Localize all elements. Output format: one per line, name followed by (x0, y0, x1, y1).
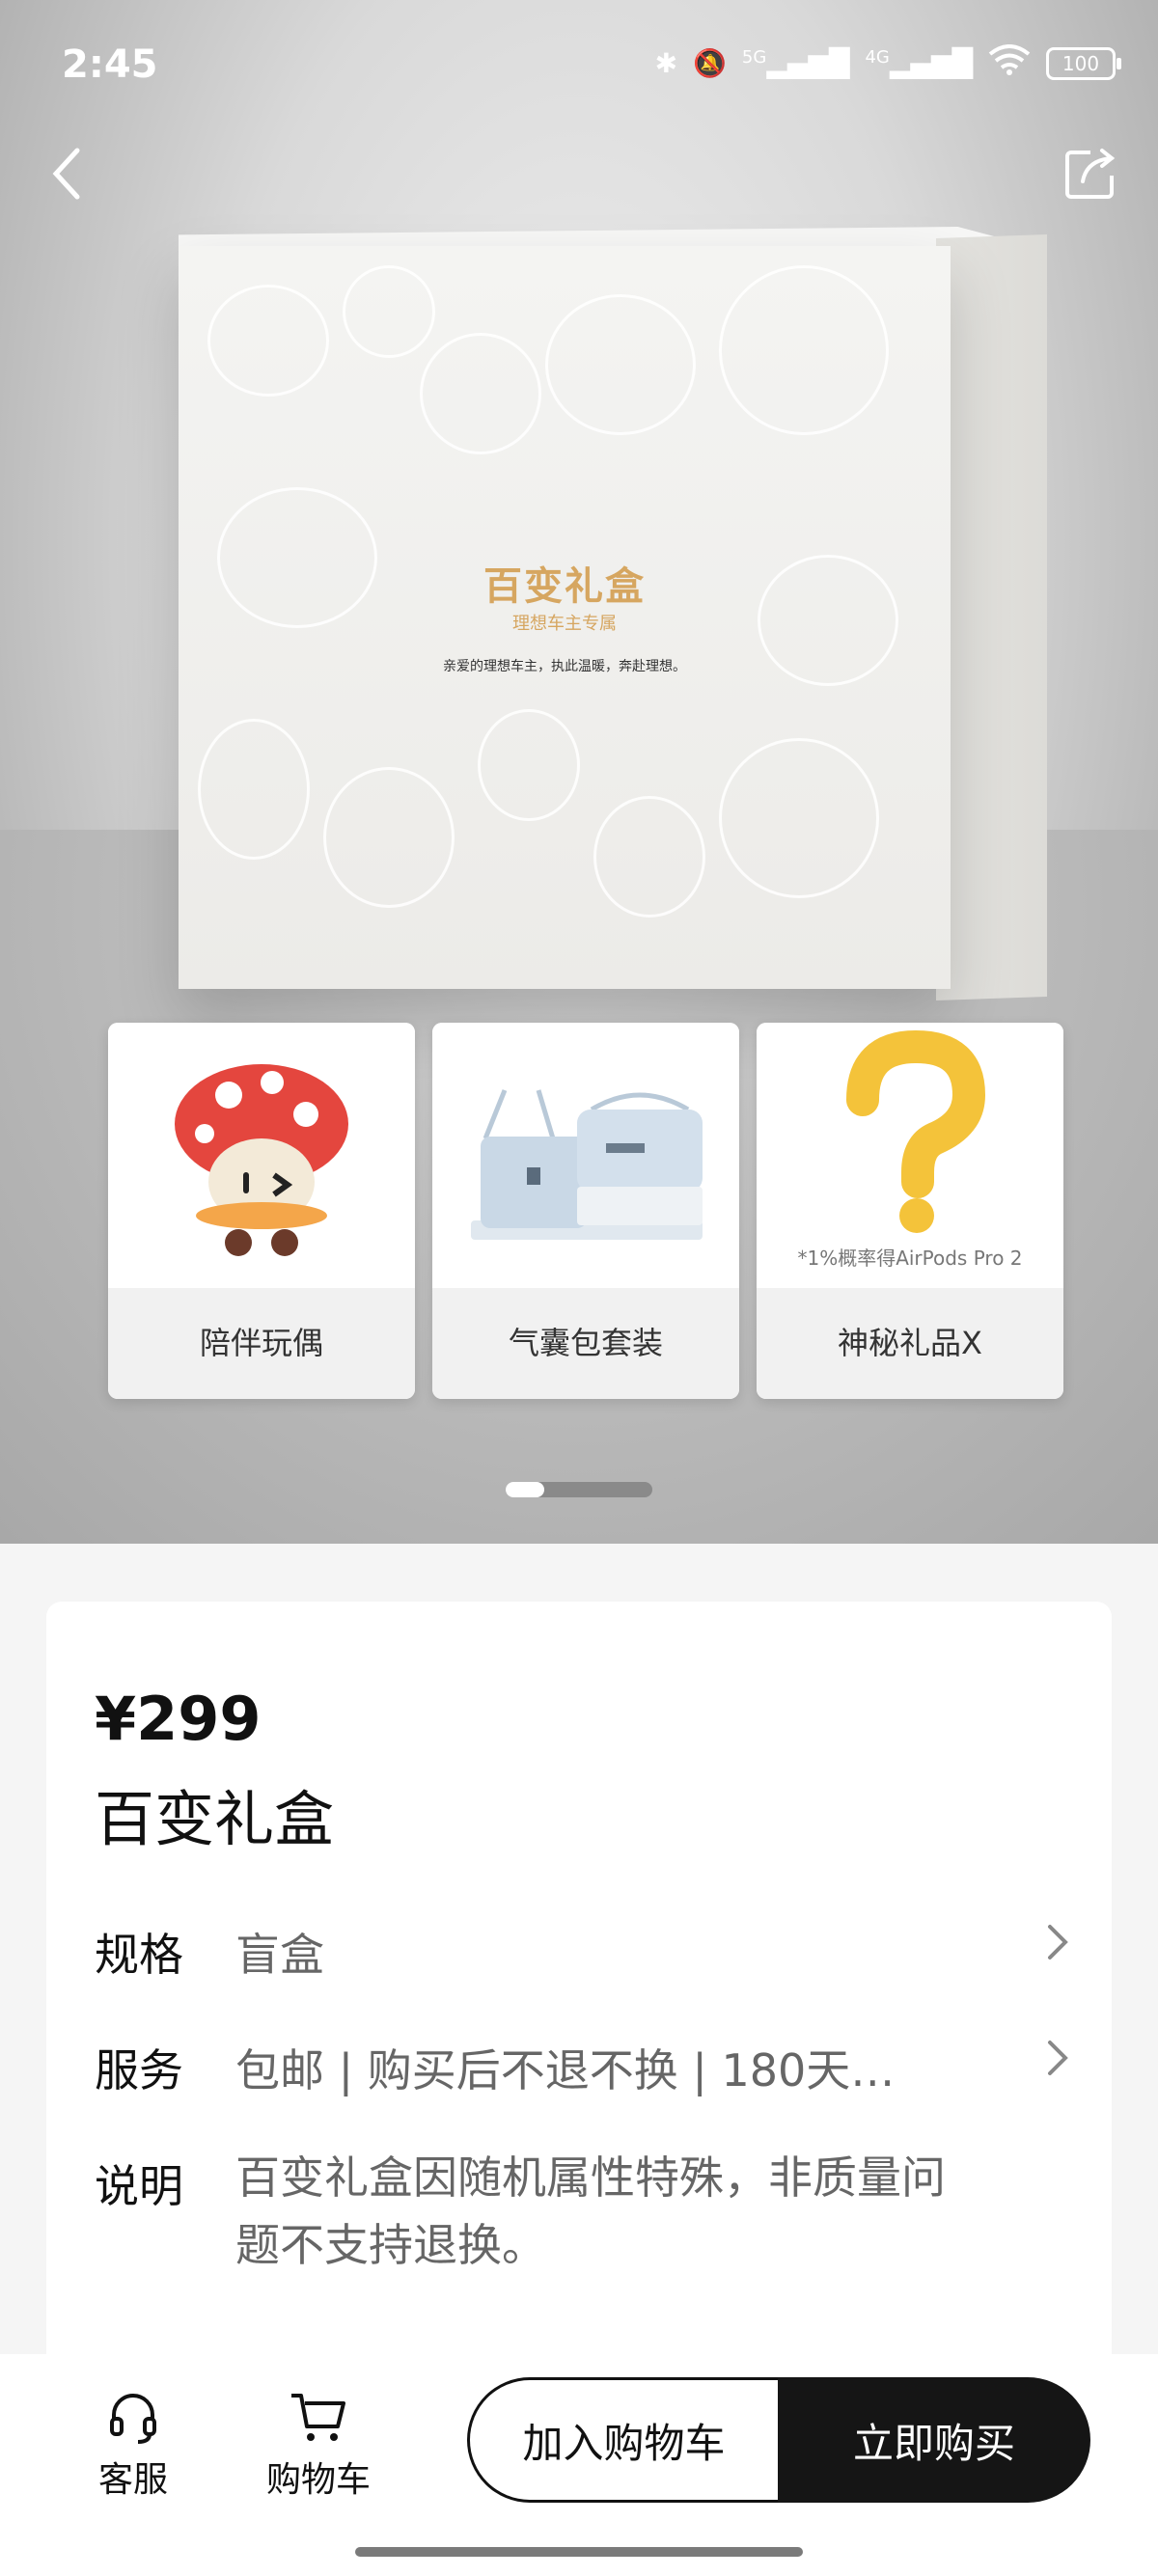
chevron-right-icon (1046, 1920, 1069, 1972)
bluetooth-icon: ✱ (654, 47, 678, 79)
doodle-icon (719, 738, 879, 898)
spec-value: 盲盒 (235, 1929, 324, 1981)
doodle-icon (478, 709, 580, 821)
gift-card-doll: 陪伴玩偶 (108, 1023, 415, 1399)
gift-box-side (936, 233, 1047, 1001)
product-gallery[interactable]: 百变礼盒 理想车主专属 亲爱的理想车主，执此温暖，奔赴理想。 陪伴玩偶 气囊包套… (0, 0, 1158, 1544)
description-label: 说明 (95, 2160, 183, 2212)
gift-box-image: 百变礼盒 理想车主专属 亲爱的理想车主，执此温暖，奔赴理想。 (179, 246, 951, 989)
status-icons: ✱ 🔕 5G▂▄▆█ 4G▂▄▆█ 100 (654, 44, 1121, 82)
doodle-icon (207, 285, 329, 397)
add-to-cart-button[interactable]: 加入购物车 (467, 2377, 778, 2503)
gift-card-mystery: *1%概率得AirPods Pro 2 神秘礼品X (757, 1023, 1063, 1399)
bag-set-image (432, 1023, 739, 1288)
service-label: 服务 (95, 2044, 183, 2096)
status-time: 2:45 (62, 42, 158, 87)
box-title: 百变礼盒 (483, 564, 646, 609)
status-bar: 2:45 ✱ 🔕 5G▂▄▆█ 4G▂▄▆█ 100 (0, 0, 1158, 140)
bottom-action-bar: 客服 购物车 加入购物车 立即购买 (0, 2354, 1158, 2576)
wifi-icon (988, 44, 1031, 82)
gallery-pager (506, 1482, 652, 1497)
doodle-icon (420, 333, 541, 454)
customer-service-button[interactable]: 客服 (66, 2388, 201, 2502)
doodle-icon (323, 767, 455, 908)
headset-icon (110, 2394, 156, 2444)
pager-active-dot (506, 1482, 544, 1497)
box-message: 亲爱的理想车主，执此温暖，奔赴理想。 (443, 659, 686, 674)
gift-card-note: *1%概率得AirPods Pro 2 (797, 1247, 1023, 1270)
signal-5g-icon: 5G▂▄▆█ (741, 47, 850, 79)
gift-card-bags: 气囊包套装 (432, 1023, 739, 1399)
chevron-right-icon (1046, 2036, 1069, 2088)
gift-contents: 陪伴玩偶 气囊包套装 *1%概率得AirPods Pro 2 神秘礼品X (108, 1023, 1065, 1399)
chevron-left-icon (52, 148, 80, 200)
product-price: ¥299 (95, 1684, 262, 1754)
share-icon (1065, 149, 1116, 199)
doodle-icon (343, 265, 435, 358)
gift-card-label: 陪伴玩偶 (108, 1288, 415, 1399)
signal-4g-icon: 4G▂▄▆█ (865, 47, 973, 79)
battery-icon: 100 (1046, 46, 1121, 80)
cart-label: 购物车 (265, 2460, 371, 2500)
cart-icon (291, 2394, 345, 2441)
doodle-icon (545, 294, 696, 435)
gift-card-label: 神秘礼品X (757, 1288, 1063, 1399)
description-value: 百变礼盒因随机属性特殊，非质量问题不支持退换。 (235, 2151, 946, 2271)
customer-service-label: 客服 (97, 2460, 168, 2500)
mushroom-doll-image (108, 1023, 415, 1288)
gift-card-label: 气囊包套装 (432, 1288, 739, 1399)
buy-now-button[interactable]: 立即购买 (778, 2377, 1090, 2503)
share-button[interactable] (1052, 135, 1129, 212)
service-value: 包邮 | 购买后不退不换 | 180天质... (235, 2044, 930, 2096)
home-indicator[interactable] (355, 2547, 803, 2557)
back-button[interactable] (29, 135, 106, 212)
doodle-icon (198, 719, 310, 860)
box-subtitle: 理想车主专属 (512, 614, 617, 634)
spec-label: 规格 (95, 1929, 183, 1981)
question-mark-image: *1%概率得AirPods Pro 2 (757, 1023, 1063, 1288)
cart-button[interactable]: 购物车 (251, 2388, 386, 2502)
mute-icon: 🔕 (693, 47, 727, 79)
doodle-icon (593, 796, 705, 918)
product-name: 百变礼盒 (95, 1784, 335, 1854)
doodle-icon (719, 265, 889, 435)
